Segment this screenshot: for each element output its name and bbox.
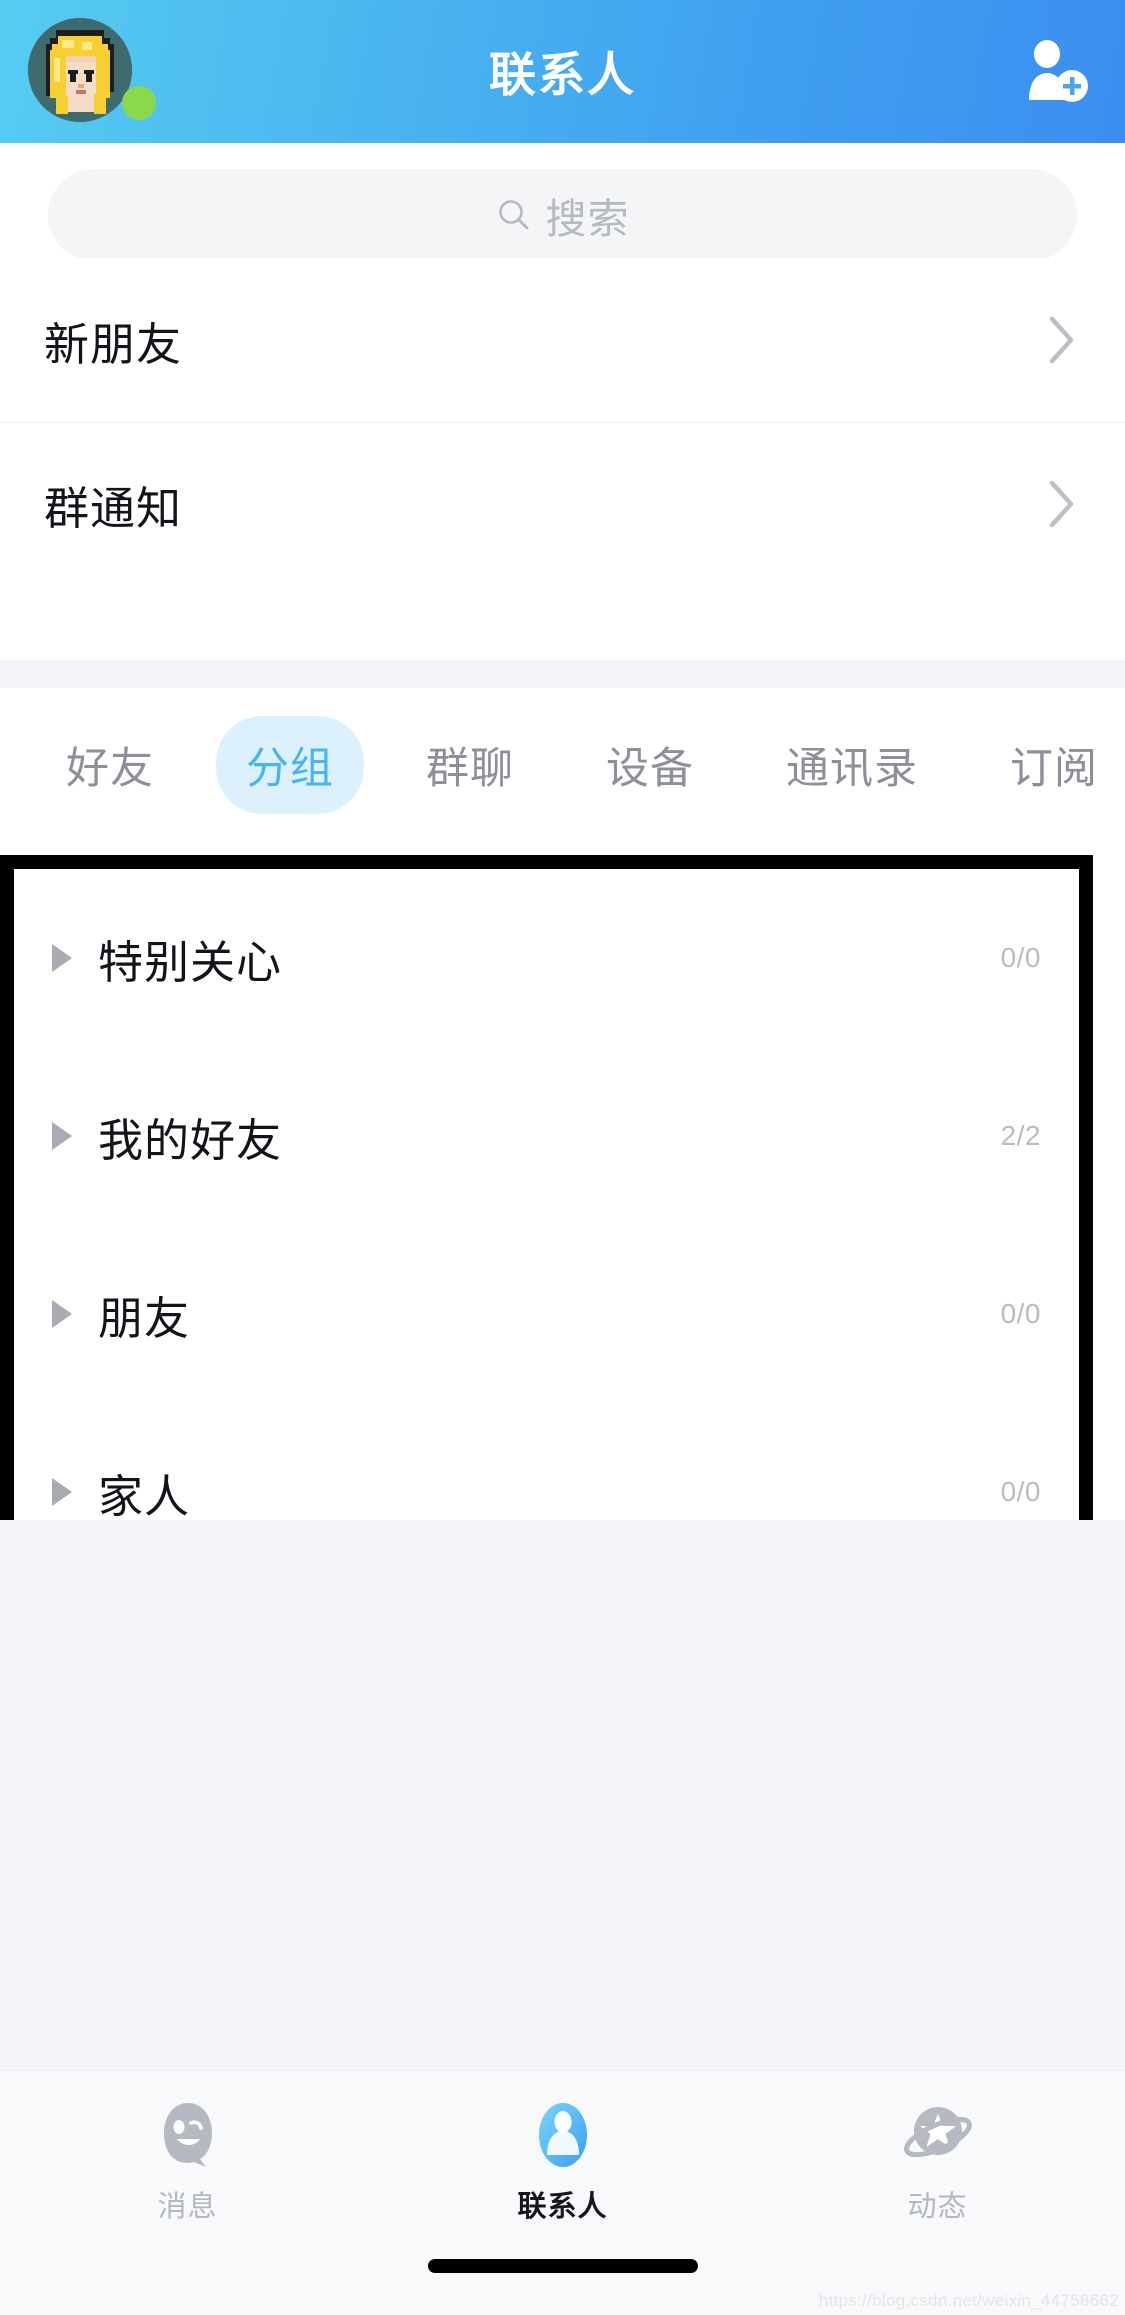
group-notice-label: 群通知 [44, 482, 183, 534]
new-friends-row[interactable]: 新朋友 [0, 258, 1125, 422]
nav-item-dynamic[interactable]: 动态 [750, 2071, 1125, 2251]
group-label: 特别关心 [98, 936, 283, 988]
app-header: 联系人 [0, 0, 1125, 143]
tab-group-chat[interactable]: 群聊 [396, 716, 544, 814]
category-tabs: 好友 分组 群聊 设备 通讯录 订阅 [0, 688, 1125, 842]
nav-item-messages[interactable]: 消息 [0, 2071, 375, 2251]
triangle-right-icon[interactable] [52, 1300, 72, 1328]
triangle-right-icon[interactable] [52, 1122, 72, 1150]
tab-devices[interactable]: 设备 [576, 716, 724, 814]
add-user-glyph [1029, 40, 1088, 102]
tab-friends[interactable]: 好友 [36, 716, 184, 814]
group-notice-row[interactable]: 群通知 [0, 422, 1125, 586]
page-title: 联系人 [489, 48, 636, 101]
add-user-icon[interactable] [1019, 38, 1089, 106]
group-label: 朋友 [98, 1292, 191, 1344]
section-divider [0, 660, 1125, 688]
group-label: 家人 [98, 1470, 191, 1522]
nav-label-dynamic: 动态 [907, 2191, 968, 2223]
app-screen: 联系人 搜索 新朋友 群通知 好友 分组 群聊 设备 通讯录 订阅 特别关心 0… [0, 0, 1125, 2315]
group-count: 0/0 [1000, 1476, 1041, 1507]
bottom-nav-items: 消息 联系人 动态 [0, 2071, 1125, 2251]
bottom-navigation: 消息 联系人 动态 https://blog.csdn.net/weixin_4… [0, 2070, 1125, 2315]
chevron-right-icon [1049, 316, 1074, 364]
tab-contacts-book[interactable]: 通讯录 [756, 716, 948, 814]
notification-list: 新朋友 群通知 [0, 258, 1125, 586]
planet-dynamic-icon [903, 2107, 972, 2158]
triangle-right-icon[interactable] [52, 1478, 72, 1506]
empty-content-area [0, 1520, 1125, 2070]
home-indicator[interactable] [427, 2259, 698, 2273]
group-row[interactable]: 我的好友 2/2 [14, 1047, 1079, 1225]
nav-label-contacts: 联系人 [517, 2191, 608, 2223]
group-count: 2/2 [1000, 1120, 1041, 1151]
search-placeholder: 搜索 [545, 196, 630, 242]
nav-item-contacts[interactable]: 联系人 [375, 2071, 750, 2251]
penguin-message-icon [163, 2103, 212, 2167]
new-friends-label: 新朋友 [44, 318, 183, 370]
search-area: 搜索 [0, 143, 1125, 261]
group-row[interactable]: 特别关心 0/0 [14, 869, 1079, 1047]
group-count: 0/0 [1000, 942, 1041, 973]
group-row[interactable]: 朋友 0/0 [14, 1225, 1079, 1403]
tab-subscriptions[interactable]: 订阅 [980, 716, 1125, 814]
person-contacts-icon [538, 2103, 587, 2167]
nav-label-messages: 消息 [157, 2191, 218, 2223]
chevron-right-icon [1049, 480, 1074, 528]
search-icon [498, 200, 528, 230]
search-input[interactable]: 搜索 [48, 169, 1077, 261]
tab-groups[interactable]: 分组 [216, 716, 364, 814]
triangle-right-icon[interactable] [52, 944, 72, 972]
group-label: 我的好友 [98, 1114, 283, 1166]
watermark-text: https://blog.csdn.net/weixin_44758662 [818, 2291, 1119, 2310]
group-count: 0/0 [1000, 1298, 1041, 1329]
